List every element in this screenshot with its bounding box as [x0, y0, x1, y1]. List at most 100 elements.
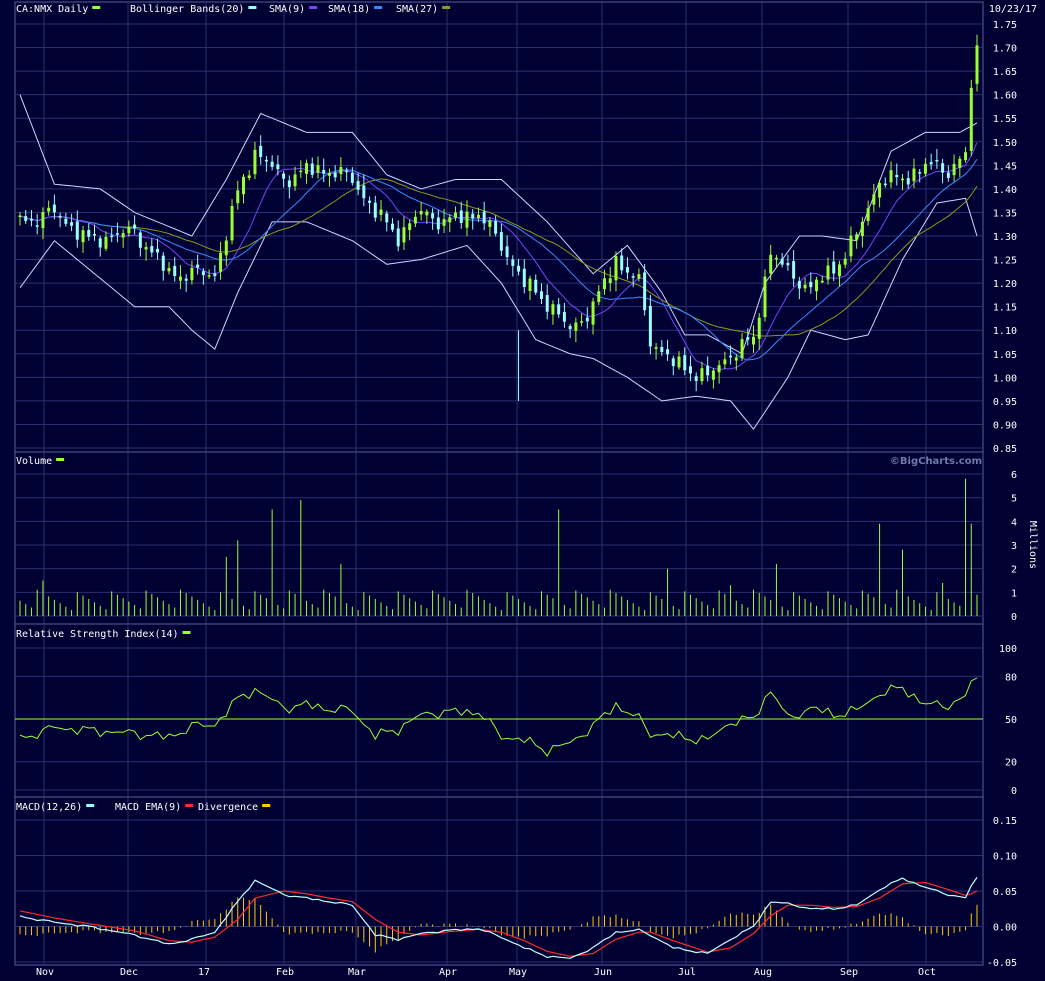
x-tick-label: Dec [120, 967, 138, 978]
legend-macd-label: MACD(12,26) [16, 802, 82, 813]
candle-body [935, 159, 939, 162]
candle-body [419, 210, 423, 215]
candle-body [98, 238, 102, 248]
y-tick-price: 1.60 [993, 91, 1017, 102]
candle-body [190, 267, 194, 281]
date-label: 10/23/17 [989, 4, 1037, 15]
candle-body [763, 276, 767, 318]
candle-body [625, 267, 629, 273]
candle-body [499, 232, 503, 251]
y-tick-volume: 1 [1011, 588, 1017, 599]
candle-body [431, 213, 435, 219]
legend-macd-label: MACD EMA(9) [115, 802, 181, 813]
x-tick-label: Feb [276, 967, 294, 978]
y-tick-rsi: 50 [1005, 715, 1017, 726]
candle-body [734, 357, 738, 361]
candle-body [167, 268, 171, 272]
candle-body [648, 305, 652, 347]
candle-body [362, 185, 366, 199]
y-tick-macd: 0.00 [993, 923, 1017, 934]
legend-swatch [248, 6, 257, 9]
y-tick-volume: 4 [1011, 517, 1017, 528]
candle-body [843, 258, 847, 265]
candle-body [184, 278, 188, 281]
candle-body [849, 235, 853, 257]
candle-body [396, 228, 400, 247]
candle-body [368, 200, 372, 203]
y-tick-price: 1.75 [993, 20, 1017, 31]
candle-body [413, 216, 417, 224]
candle-body [866, 208, 870, 222]
candle-body [253, 149, 257, 175]
candle-body [929, 162, 933, 165]
candle-body [522, 268, 526, 287]
y-tick-price: 1.55 [993, 114, 1017, 125]
candle-body [895, 174, 899, 178]
y-tick-price: 1.15 [993, 303, 1017, 314]
candle-body [385, 213, 389, 223]
candle-body [912, 168, 916, 182]
candle-body [127, 227, 131, 234]
y-tick-price: 0.90 [993, 420, 1017, 431]
candle-body [356, 181, 360, 190]
candle-body [29, 218, 33, 221]
y-tick-volume: 0 [1011, 612, 1017, 623]
candle-body [310, 163, 314, 175]
candle-body [333, 172, 337, 178]
candle-body [64, 218, 68, 224]
y-tick-volume: 6 [1011, 470, 1017, 481]
y-tick-price: 0.85 [993, 444, 1017, 455]
candle-body [264, 159, 268, 162]
y-tick-price: 1.05 [993, 350, 1017, 361]
candle-body [711, 370, 715, 380]
y-tick-macd: 0.05 [993, 887, 1017, 898]
legend-price-label: SMA(9) [269, 4, 305, 15]
candle-body [488, 220, 492, 227]
candle-body [471, 213, 475, 219]
legend-swatch [182, 631, 191, 634]
candle-body [883, 183, 887, 186]
candle-body [539, 291, 543, 299]
candle-body [694, 376, 698, 381]
candle-body [706, 365, 710, 376]
candle-body [408, 223, 412, 231]
y-tick-price: 1.65 [993, 67, 1017, 78]
candle-body [350, 172, 354, 183]
candle-body [448, 217, 452, 223]
candle-body [104, 236, 108, 249]
candle-body [402, 227, 406, 243]
candle-body [224, 240, 228, 256]
candle-body [436, 217, 440, 230]
candle-body [671, 358, 675, 367]
candle-body [975, 45, 979, 84]
y-tick-price: 1.40 [993, 185, 1017, 196]
candle-body [643, 272, 647, 311]
candle-body [551, 304, 555, 315]
candle-body [637, 274, 641, 279]
legend-price-label: SMA(18) [328, 4, 370, 15]
candle-body [156, 248, 160, 253]
candle-body [58, 215, 62, 218]
candle-body [568, 326, 572, 330]
candle-body [820, 280, 824, 283]
candle-body [585, 317, 589, 322]
candle-body [906, 178, 910, 185]
candle-body [826, 265, 830, 280]
candle-body [803, 284, 807, 289]
y-tick-rsi: 20 [1005, 758, 1017, 769]
candle-body [316, 165, 320, 173]
legend-swatch [185, 804, 194, 807]
candle-body [52, 204, 56, 213]
candle-body [946, 172, 950, 178]
candle-body [752, 336, 756, 345]
candle-body [305, 163, 309, 174]
candle-body [792, 261, 796, 279]
y-tick-rsi: 80 [1005, 672, 1017, 683]
candle-body [494, 221, 498, 234]
candle-body [47, 207, 51, 212]
candle-body [236, 190, 240, 204]
candle-body [660, 346, 664, 353]
candle-body [247, 175, 251, 179]
candle-body [797, 281, 801, 289]
x-tick-label: 17 [198, 967, 210, 978]
